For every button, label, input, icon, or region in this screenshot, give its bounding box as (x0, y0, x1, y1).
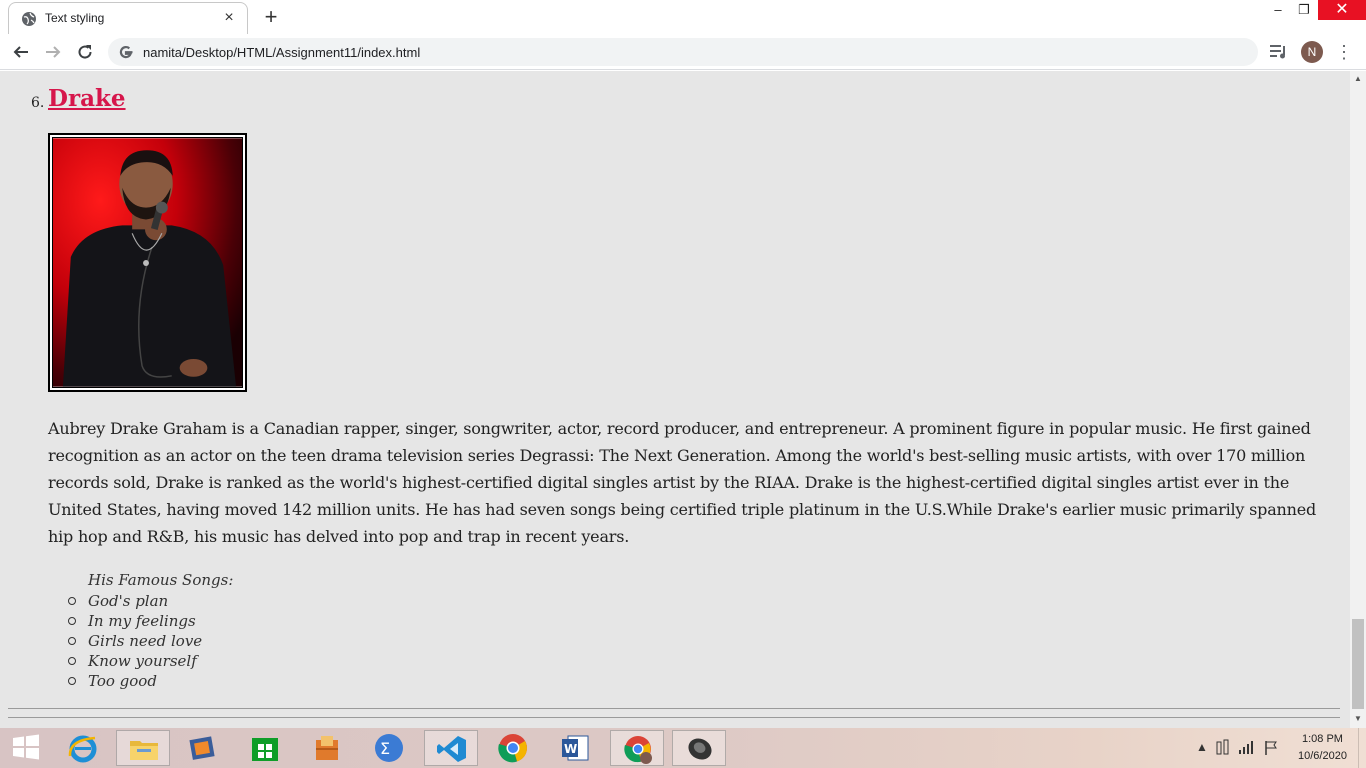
media-control-icon[interactable] (1270, 44, 1288, 60)
ie-icon (68, 735, 97, 763)
clock-time[interactable]: 1:08 PM (1302, 733, 1343, 745)
vertical-scrollbar[interactable]: ▲ ▼ (1350, 71, 1366, 728)
browser-toolbar: namita/Desktop/HTML/Assignment11/index.h… (0, 34, 1366, 70)
svg-text:Σ: Σ (380, 739, 390, 758)
chrome-logo-icon (498, 734, 527, 763)
windows-logo-icon (13, 734, 39, 760)
google-g-icon (119, 45, 133, 59)
windows-taskbar: Σ W ▲ 1:08 PM 10/6/2020 (0, 728, 1366, 768)
songs-heading: His Famous Songs: (88, 571, 234, 589)
bullet-icon (68, 597, 76, 605)
list-item: Girls need love (66, 631, 202, 651)
song-title: Too good (88, 672, 157, 690)
new-tab-button[interactable]: + (258, 4, 284, 30)
browser-tab[interactable]: Text styling × (8, 2, 248, 34)
word-icon[interactable]: W (548, 730, 602, 766)
bullet-icon (68, 677, 76, 685)
word-doc-icon: W (562, 735, 589, 761)
file-explorer-icon[interactable] (116, 730, 170, 766)
window-minimize-button[interactable]: – (1266, 0, 1290, 20)
clock-date[interactable]: 10/6/2020 (1298, 750, 1347, 762)
back-icon (13, 46, 28, 58)
song-title: God's plan (88, 592, 169, 610)
song-title: Girls need love (88, 632, 203, 650)
bullet-icon (68, 617, 76, 625)
svg-text:W: W (564, 742, 577, 756)
artist-heading-link[interactable]: Drake (48, 85, 126, 112)
horizontal-rule (8, 708, 1340, 709)
math-input-icon[interactable]: Σ (362, 730, 416, 766)
globe-icon (22, 12, 36, 26)
bullet-icon (68, 637, 76, 645)
flag-icon[interactable] (1264, 740, 1278, 756)
reload-icon (78, 45, 92, 59)
artist-photo-frame (48, 133, 247, 392)
show-desktop-button[interactable] (1358, 728, 1366, 768)
url-text: namita/Desktop/HTML/Assignment11/index.h… (143, 45, 421, 60)
network-icon[interactable] (1216, 739, 1230, 755)
list-item: Know yourself (66, 651, 202, 671)
chrome-profile-logo-icon (624, 736, 652, 764)
code-editor-icon (437, 736, 466, 762)
store-icon[interactable] (238, 730, 292, 766)
songs-list: God's plan In my feelings Girls need lov… (66, 591, 202, 691)
media-player-icon[interactable] (176, 730, 230, 766)
profile-avatar[interactable]: N (1301, 41, 1323, 63)
vscode-icon[interactable] (424, 730, 478, 766)
sigma-icon: Σ (375, 734, 403, 762)
tab-strip: Text styling × + – ❐ ✕ (0, 0, 1366, 34)
chrome-profile-icon[interactable] (610, 730, 664, 766)
menu-icon[interactable]: ⋮ (1334, 40, 1354, 64)
artist-photo (52, 137, 243, 388)
song-title: Know yourself (88, 652, 197, 670)
forward-button[interactable] (40, 39, 66, 65)
bullet-icon (68, 657, 76, 665)
list-item: God's plan (66, 591, 202, 611)
tab-title: Text styling (45, 11, 105, 25)
address-bar[interactable]: namita/Desktop/HTML/Assignment11/index.h… (108, 38, 1258, 66)
film-icon (189, 736, 215, 760)
list-item-number: 6. (31, 95, 45, 111)
package-icon[interactable] (300, 730, 354, 766)
speaker-icon (688, 738, 712, 760)
song-title: In my feelings (88, 612, 196, 630)
start-button[interactable] (0, 730, 54, 766)
system-tray: ▲ (1190, 728, 1290, 768)
scroll-thumb[interactable] (1352, 619, 1364, 709)
page-viewport: 6. Drake Aubrey Drake Graham is a Canadi… (0, 71, 1350, 728)
back-button[interactable] (8, 39, 34, 65)
signal-icon[interactable] (1238, 740, 1254, 754)
tray-expand-icon[interactable]: ▲ (1196, 740, 1208, 754)
horizontal-rule (8, 717, 1340, 718)
store-bag-icon (252, 738, 278, 761)
artist-bio: Aubrey Drake Graham is a Canadian rapper… (48, 419, 1317, 546)
tab-close-icon[interactable]: × (219, 8, 239, 28)
scroll-down-arrow-icon[interactable]: ▼ (1350, 713, 1366, 725)
window-restore-button[interactable]: ❐ (1292, 0, 1316, 20)
forward-icon (46, 46, 61, 58)
speaker-app-icon[interactable] (672, 730, 726, 766)
window-close-button[interactable]: ✕ (1318, 0, 1366, 20)
folder-icon (130, 741, 158, 760)
chrome-icon[interactable] (486, 730, 540, 766)
box-icon (316, 736, 338, 760)
list-item: In my feelings (66, 611, 202, 631)
scroll-up-arrow-icon[interactable]: ▲ (1350, 73, 1366, 85)
internet-explorer-icon[interactable] (56, 730, 110, 766)
reload-button[interactable] (72, 39, 98, 65)
list-item: Too good (66, 671, 202, 691)
